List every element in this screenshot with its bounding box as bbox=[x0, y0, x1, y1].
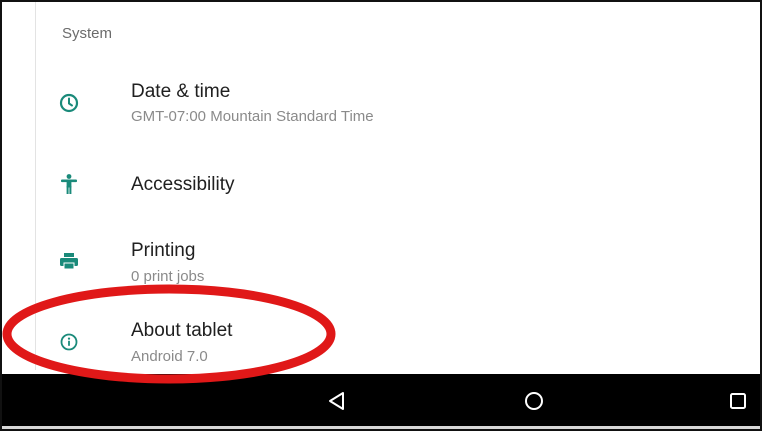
settings-item-printing[interactable]: Printing 0 print jobs bbox=[2, 232, 760, 292]
home-icon[interactable] bbox=[516, 384, 552, 418]
item-summary: GMT-07:00 Mountain Standard Time bbox=[131, 108, 374, 125]
settings-item-accessibility[interactable]: Accessibility bbox=[2, 160, 760, 210]
item-title: About tablet bbox=[131, 320, 233, 341]
printer-icon bbox=[57, 249, 81, 273]
section-header: System bbox=[62, 25, 113, 42]
item-summary: Android 7.0 bbox=[131, 348, 208, 365]
back-icon[interactable] bbox=[318, 384, 354, 418]
item-title: Date & time bbox=[131, 81, 231, 102]
item-title: Accessibility bbox=[131, 174, 235, 195]
settings-list: System Date & time GMT-07:00 Mountain St… bbox=[2, 2, 760, 370]
screenshot-frame: System Date & time GMT-07:00 Mountain St… bbox=[0, 0, 762, 431]
info-icon bbox=[57, 330, 81, 354]
accessibility-icon bbox=[57, 172, 81, 196]
settings-item-date-time[interactable]: Date & time GMT-07:00 Mountain Standard … bbox=[2, 77, 760, 137]
bottom-strip bbox=[2, 426, 760, 429]
recents-icon[interactable] bbox=[720, 384, 756, 418]
settings-item-about-tablet[interactable]: About tablet Android 7.0 bbox=[2, 310, 760, 370]
clock-icon bbox=[57, 91, 81, 115]
item-summary: 0 print jobs bbox=[131, 268, 205, 285]
item-title: Printing bbox=[131, 240, 196, 261]
navigation-bar bbox=[2, 374, 760, 426]
